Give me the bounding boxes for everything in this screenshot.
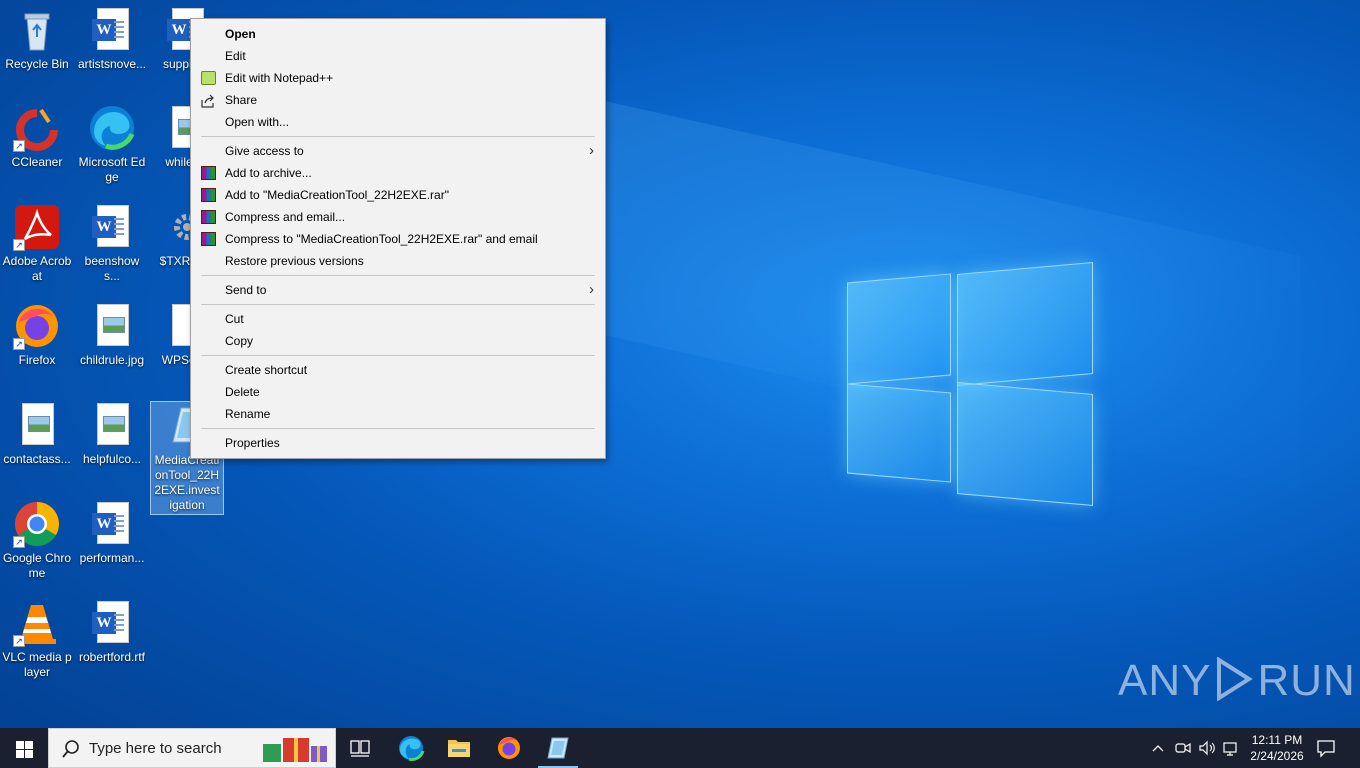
menu-item-edit-with-notepad-plus-plus[interactable]: Edit with Notepad++ — [191, 67, 605, 89]
shortcut-arrow-icon: ↗ — [13, 635, 25, 647]
recycle-bin-icon — [13, 6, 61, 54]
desktop-icon-vlc[interactable]: ↗ VLC media player — [0, 599, 74, 680]
winrar-icon — [201, 166, 216, 180]
winrar-icon — [201, 188, 216, 202]
submenu-arrow-icon: › — [589, 142, 594, 159]
menu-item-add-to-rar[interactable]: Add to "MediaCreationTool_22H2EXE.rar" — [191, 184, 605, 206]
notification-center-button[interactable] — [1316, 738, 1336, 758]
media-creation-tool-icon — [547, 737, 569, 759]
anyrun-watermark: ANY RUN — [1118, 656, 1356, 705]
word-document-icon: W — [88, 203, 136, 251]
image-file-icon — [88, 302, 136, 350]
shortcut-arrow-icon: ↗ — [13, 338, 25, 350]
menu-separator — [201, 136, 595, 137]
desktop-icon-artistsnove[interactable]: W artistsnove... — [75, 6, 149, 72]
desktop-icon-contactass[interactable]: contactass... — [0, 401, 74, 467]
shortcut-arrow-icon: ↗ — [13, 239, 25, 251]
menu-item-delete[interactable]: Delete — [191, 381, 605, 403]
firefox-icon: ↗ — [13, 302, 61, 350]
menu-item-edit[interactable]: Edit — [191, 45, 605, 67]
image-file-icon — [88, 401, 136, 449]
taskbar-task-view[interactable] — [336, 728, 384, 768]
taskbar-media-creation-tool[interactable] — [534, 728, 582, 768]
desktop-icon-microsoft-edge[interactable]: Microsoft Edge — [75, 104, 149, 185]
desktop-icon-childrule[interactable]: childrule.jpg — [75, 302, 149, 368]
desktop-icon-robertford[interactable]: W robertford.rtf — [75, 599, 149, 665]
system-tray — [1146, 728, 1242, 768]
menu-item-rename[interactable]: Rename — [191, 403, 605, 425]
volume-icon[interactable] — [1198, 738, 1216, 763]
search-placeholder: Type here to search — [89, 740, 222, 757]
word-document-icon: W — [88, 500, 136, 548]
desktop-icon-firefox[interactable]: ↗ Firefox — [0, 302, 74, 368]
firefox-icon — [498, 737, 520, 759]
submenu-arrow-icon: › — [589, 281, 594, 298]
menu-separator — [201, 304, 595, 305]
notepad-plus-plus-icon — [201, 71, 216, 85]
menu-separator — [201, 428, 595, 429]
desktop-icon-adobe-acrobat[interactable]: ↗ Adobe Acrobat — [0, 203, 74, 284]
start-button[interactable] — [0, 728, 48, 768]
edge-icon — [399, 736, 425, 761]
menu-item-cut[interactable]: Cut — [191, 308, 605, 330]
desktop-icon-recycle-bin[interactable]: Recycle Bin — [0, 6, 74, 72]
taskbar-firefox[interactable] — [485, 728, 533, 768]
menu-item-open[interactable]: Open — [191, 23, 605, 45]
menu-item-compress-and-email[interactable]: Compress and email... — [191, 206, 605, 228]
edge-icon — [88, 104, 136, 152]
word-document-icon: W — [88, 6, 136, 54]
taskbar-clock[interactable]: 12:11 PM 2/24/2026 — [1246, 732, 1308, 764]
context-menu: Open Edit Edit with Notepad++ Share Open… — [190, 18, 606, 459]
desktop-icon-ccleaner[interactable]: ↗ CCleaner — [0, 104, 74, 170]
notification-icon — [1317, 740, 1335, 758]
ccleaner-icon: ↗ — [13, 104, 61, 152]
menu-item-add-to-archive[interactable]: Add to archive... — [191, 162, 605, 184]
desktop-icon-helpfulco[interactable]: helpfulco... — [75, 401, 149, 467]
taskbar: Type here to search 12:11 PM 2/24/2026 — [0, 728, 1360, 768]
share-icon — [201, 93, 216, 108]
menu-item-restore-previous-versions[interactable]: Restore previous versions — [191, 250, 605, 272]
menu-item-compress-to-rar-and-email[interactable]: Compress to "MediaCreationTool_22H2EXE.r… — [191, 228, 605, 250]
chrome-icon: ↗ — [13, 500, 61, 548]
windows-logo-wallpaper — [845, 258, 1095, 513]
search-icon — [61, 739, 81, 759]
clock-time: 12:11 PM — [1251, 733, 1303, 747]
play-icon — [1215, 656, 1254, 702]
vlc-icon: ↗ — [13, 599, 61, 647]
word-document-icon: W — [88, 599, 136, 647]
menu-item-open-with[interactable]: Open with... — [191, 111, 605, 133]
image-file-icon — [13, 401, 61, 449]
taskbar-file-explorer[interactable] — [435, 728, 483, 768]
network-icon[interactable] — [1222, 738, 1240, 763]
menu-item-send-to[interactable]: Send to › — [191, 279, 605, 301]
file-explorer-icon — [448, 740, 470, 757]
menu-item-create-shortcut[interactable]: Create shortcut — [191, 359, 605, 381]
shortcut-arrow-icon: ↗ — [13, 536, 25, 548]
menu-item-properties[interactable]: Properties — [191, 432, 605, 454]
menu-item-share[interactable]: Share — [191, 89, 605, 111]
meet-now-icon[interactable] — [1174, 738, 1192, 763]
desktop-icon-beenshows[interactable]: W beenshows... — [75, 203, 149, 284]
menu-item-give-access-to[interactable]: Give access to › — [191, 140, 605, 162]
acrobat-icon: ↗ — [13, 203, 61, 251]
winrar-icon — [201, 210, 216, 224]
menu-item-copy[interactable]: Copy — [191, 330, 605, 352]
taskbar-search-box[interactable]: Type here to search — [48, 728, 336, 768]
desktop-icon-performan[interactable]: W performan... — [75, 500, 149, 566]
menu-separator — [201, 275, 595, 276]
show-hidden-icons-chevron-icon[interactable] — [1150, 738, 1166, 763]
menu-separator — [201, 355, 595, 356]
clock-date: 2/24/2026 — [1250, 749, 1304, 763]
shortcut-arrow-icon: ↗ — [13, 140, 25, 152]
winrar-icon — [201, 232, 216, 246]
search-highlight-gifts-icon — [261, 734, 331, 764]
taskbar-edge[interactable] — [387, 728, 435, 768]
desktop-icon-google-chrome[interactable]: ↗ Google Chrome — [0, 500, 74, 581]
task-view-icon — [350, 740, 370, 757]
